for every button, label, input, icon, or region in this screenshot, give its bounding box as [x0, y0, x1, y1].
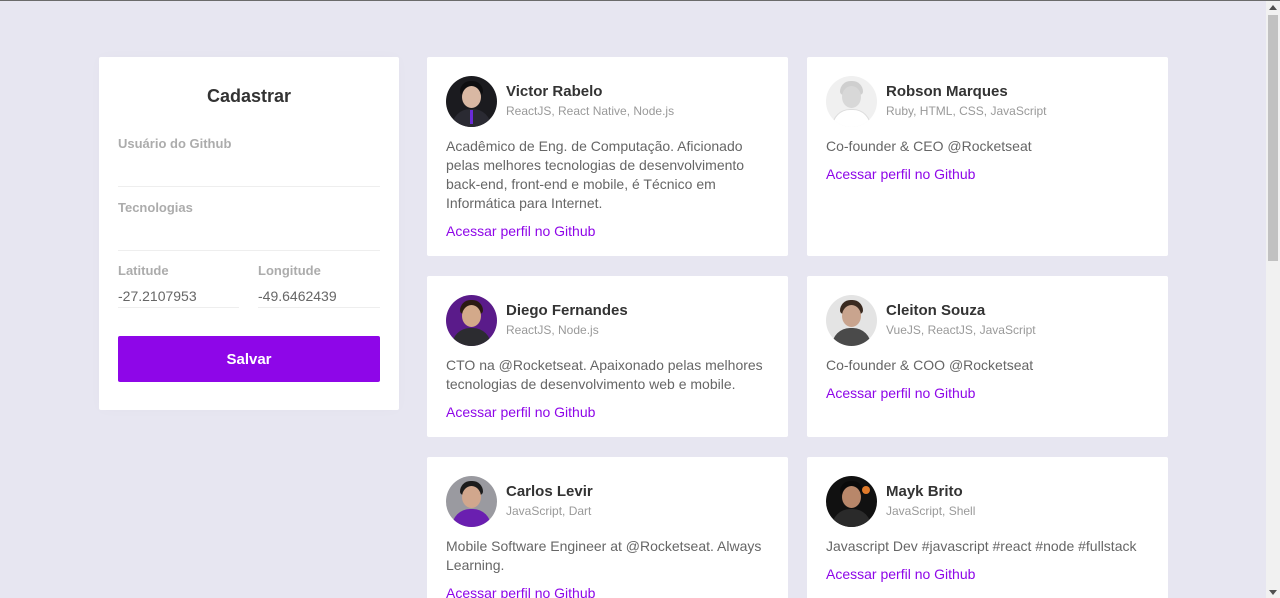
dev-card: Cleiton Souza VueJS, ReactJS, JavaScript… [807, 276, 1168, 437]
dev-avatar [446, 476, 497, 527]
dev-card-header: Mayk Brito JavaScript, Shell [826, 476, 1149, 527]
dev-avatar [826, 476, 877, 527]
techs-label: Tecnologias [118, 200, 193, 215]
dev-avatar [446, 295, 497, 346]
dev-card: Victor Rabelo ReactJS, React Native, Nod… [427, 57, 788, 256]
dev-user-info: Robson Marques Ruby, HTML, CSS, JavaScri… [886, 83, 1047, 120]
latitude-input[interactable] [118, 284, 239, 308]
dev-name: Diego Fernandes [506, 302, 628, 319]
dev-user-info: Victor Rabelo ReactJS, React Native, Nod… [506, 83, 674, 120]
dev-bio: Co-founder & COO @Rocketseat [826, 357, 1034, 373]
dev-bio: Co-founder & CEO @Rocketseat [826, 138, 1032, 154]
dev-avatar [826, 76, 877, 127]
github-user-input[interactable] [118, 163, 380, 187]
dev-name: Victor Rabelo [506, 83, 603, 100]
latitude-field: Latitude [118, 263, 239, 308]
vertical-scrollbar[interactable] [1266, 1, 1280, 598]
register-form-panel: Cadastrar Usuário do Github Tecnologias … [99, 57, 399, 410]
dev-name: Robson Marques [886, 83, 1008, 100]
dev-name: Carlos Levir [506, 483, 593, 500]
dev-techs: JavaScript, Dart [506, 504, 592, 518]
longitude-input[interactable] [258, 284, 380, 308]
dev-bio: Acadêmico de Eng. de Computação. Aficion… [446, 138, 745, 211]
save-button[interactable]: Salvar [118, 336, 380, 382]
dev-bio: Javascript Dev #javascript #react #node … [826, 538, 1137, 554]
dev-card: Diego Fernandes ReactJS, Node.js CTO na … [427, 276, 788, 437]
dev-techs: VueJS, ReactJS, JavaScript [886, 323, 1036, 337]
scroll-down-arrow-icon[interactable] [1269, 590, 1277, 595]
dev-user-info: Mayk Brito JavaScript, Shell [886, 483, 975, 520]
github-profile-link[interactable]: Acessar perfil no Github [826, 384, 975, 403]
dev-user-info: Diego Fernandes ReactJS, Node.js [506, 302, 628, 339]
github-user-field: Usuário do Github [118, 136, 380, 187]
dev-techs: Ruby, HTML, CSS, JavaScript [886, 104, 1047, 118]
dev-techs: ReactJS, React Native, Node.js [506, 104, 675, 118]
dev-card: Carlos Levir JavaScript, Dart Mobile Sof… [427, 457, 788, 598]
dev-card: Mayk Brito JavaScript, Shell Javascript … [807, 457, 1168, 598]
dev-card-header: Carlos Levir JavaScript, Dart [446, 476, 769, 527]
form-title: Cadastrar [206, 86, 292, 106]
github-profile-link[interactable]: Acessar perfil no Github [826, 165, 975, 184]
dev-card-header: Victor Rabelo ReactJS, React Native, Nod… [446, 76, 769, 127]
dev-user-info: Cleiton Souza VueJS, ReactJS, JavaScript [886, 302, 1036, 339]
page: Cadastrar Usuário do Github Tecnologias … [0, 1, 1266, 598]
dev-card-header: Robson Marques Ruby, HTML, CSS, JavaScri… [826, 76, 1149, 127]
dev-techs: ReactJS, Node.js [506, 323, 599, 337]
scroll-thumb[interactable] [1268, 15, 1278, 261]
dev-bio: Mobile Software Engineer at @Rocketseat.… [446, 538, 762, 573]
github-profile-link[interactable]: Acessar perfil no Github [446, 584, 595, 598]
dev-name: Mayk Brito [886, 483, 963, 500]
github-profile-link[interactable]: Acessar perfil no Github [826, 565, 975, 584]
dev-avatar [826, 295, 877, 346]
dev-name: Cleiton Souza [886, 302, 986, 319]
github-profile-link[interactable]: Acessar perfil no Github [446, 403, 595, 422]
dev-card-header: Diego Fernandes ReactJS, Node.js [446, 295, 769, 346]
dev-bio: CTO na @Rocketseat. Apaixonado pelas mel… [446, 357, 763, 392]
dev-avatar [446, 76, 497, 127]
dev-card: Robson Marques Ruby, HTML, CSS, JavaScri… [807, 57, 1168, 256]
dev-techs: JavaScript, Shell [886, 504, 976, 518]
techs-input[interactable] [118, 227, 380, 251]
longitude-label: Longitude [258, 263, 321, 278]
longitude-field: Longitude [258, 263, 380, 308]
dev-card-header: Cleiton Souza VueJS, ReactJS, JavaScript [826, 295, 1149, 346]
scroll-up-arrow-icon[interactable] [1269, 5, 1277, 10]
github-user-label: Usuário do Github [118, 136, 232, 151]
latitude-label: Latitude [118, 263, 169, 278]
dev-user-info: Carlos Levir JavaScript, Dart [506, 483, 593, 520]
github-profile-link[interactable]: Acessar perfil no Github [446, 222, 595, 241]
techs-field: Tecnologias [118, 200, 380, 251]
